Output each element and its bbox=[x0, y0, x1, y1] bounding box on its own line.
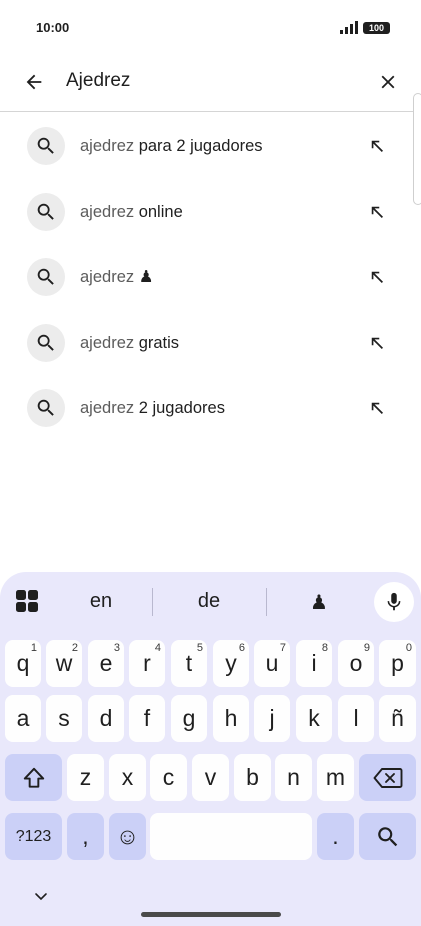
key-e[interactable]: e3 bbox=[88, 640, 124, 687]
key-k[interactable]: k bbox=[296, 695, 332, 742]
shift-key[interactable] bbox=[5, 754, 62, 801]
key-c[interactable]: c bbox=[150, 754, 187, 801]
key-d[interactable]: d bbox=[88, 695, 124, 742]
search-icon bbox=[27, 192, 65, 231]
arrow-up-left-icon bbox=[371, 206, 383, 218]
fill-query-button[interactable] bbox=[366, 397, 388, 419]
backspace-icon bbox=[373, 767, 402, 788]
keyboard-suggestion[interactable]: de bbox=[169, 590, 249, 613]
arrow-back-icon bbox=[26, 74, 42, 90]
arrow-up-left-icon bbox=[371, 402, 383, 414]
status-bar: 10:00 100 bbox=[0, 0, 421, 56]
keyboard-suggestion-strip: en de ♟ bbox=[0, 572, 421, 630]
key-g[interactable]: g bbox=[171, 695, 207, 742]
search-icon bbox=[27, 323, 65, 362]
suggestion-item[interactable]: ajedrez ♟ bbox=[0, 244, 421, 310]
key-o[interactable]: o9 bbox=[338, 640, 374, 687]
period-key[interactable]: . bbox=[317, 813, 354, 860]
key-l[interactable]: l bbox=[338, 695, 374, 742]
key-y[interactable]: y6 bbox=[213, 640, 249, 687]
clear-button[interactable] bbox=[372, 66, 404, 98]
keyboard-suggestion[interactable]: en bbox=[61, 590, 141, 613]
fill-query-button[interactable] bbox=[366, 201, 388, 223]
search-input[interactable]: Ajedrez bbox=[66, 68, 130, 94]
fill-query-button[interactable] bbox=[366, 135, 388, 157]
suggestion-item[interactable]: ajedrez 2 jugadores bbox=[0, 375, 421, 441]
battery-icon: 100 bbox=[363, 22, 390, 34]
key-t[interactable]: t5 bbox=[171, 640, 207, 687]
key-x[interactable]: x bbox=[109, 754, 146, 801]
chevron-down-icon[interactable] bbox=[31, 890, 51, 904]
arrow-up-left-icon bbox=[371, 140, 383, 152]
key-q[interactable]: q1 bbox=[5, 640, 41, 687]
suggestion-item[interactable]: ajedrez para 2 jugadores bbox=[0, 113, 421, 179]
search-icon bbox=[27, 127, 65, 165]
key-b[interactable]: b bbox=[234, 754, 271, 801]
comma-key[interactable]: , bbox=[67, 813, 104, 860]
search-bar: Ajedrez bbox=[0, 56, 421, 112]
voice-input-button[interactable] bbox=[374, 582, 414, 622]
key-v[interactable]: v bbox=[192, 754, 229, 801]
suggestion-text: ajedrez para 2 jugadores bbox=[80, 137, 263, 155]
key-i[interactable]: i8 bbox=[296, 640, 332, 687]
search-key[interactable] bbox=[359, 813, 416, 860]
divider bbox=[266, 588, 267, 616]
shift-icon bbox=[23, 767, 44, 788]
key-m[interactable]: m bbox=[317, 754, 354, 801]
search-icon bbox=[27, 389, 65, 427]
key-h[interactable]: h bbox=[213, 695, 249, 742]
apps-grid-icon[interactable] bbox=[15, 589, 39, 613]
backspace-key[interactable] bbox=[359, 754, 416, 801]
suggestion-item[interactable]: ajedrez gratis bbox=[0, 310, 421, 376]
key-n-tilde[interactable]: ñ bbox=[379, 695, 416, 742]
signal-icon bbox=[340, 21, 358, 34]
key-a[interactable]: a bbox=[5, 695, 41, 742]
key-w[interactable]: w2 bbox=[46, 640, 82, 687]
key-r[interactable]: r4 bbox=[129, 640, 165, 687]
status-time: 10:00 bbox=[36, 20, 70, 35]
arrow-up-left-icon bbox=[371, 337, 383, 349]
key-n[interactable]: n bbox=[275, 754, 312, 801]
mic-icon bbox=[387, 592, 401, 611]
suggestion-text: ajedrez ♟ bbox=[80, 268, 154, 286]
symbols-key[interactable]: ?123 bbox=[5, 813, 62, 860]
home-indicator[interactable] bbox=[141, 912, 281, 917]
suggestion-text: ajedrez online bbox=[80, 202, 183, 221]
suggestion-text: ajedrez 2 jugadores bbox=[80, 399, 225, 417]
keyboard: en de ♟ q1 w2 e3 r4 t5 y6 u7 i8 o9 p0 a … bbox=[0, 572, 421, 926]
suggestion-item[interactable]: ajedrez online bbox=[0, 179, 421, 245]
key-z[interactable]: z bbox=[67, 754, 104, 801]
space-key[interactable] bbox=[150, 813, 312, 860]
key-p[interactable]: p0 bbox=[379, 640, 416, 687]
close-icon bbox=[381, 75, 395, 89]
arrow-up-left-icon bbox=[371, 271, 383, 283]
fill-query-button[interactable] bbox=[366, 266, 388, 288]
divider bbox=[152, 588, 153, 616]
keyboard-suggestion[interactable]: ♟ bbox=[279, 590, 359, 615]
fill-query-button[interactable] bbox=[366, 332, 388, 354]
key-j[interactable]: j bbox=[254, 695, 290, 742]
key-u[interactable]: u7 bbox=[254, 640, 290, 687]
search-icon bbox=[377, 826, 397, 846]
emoji-key[interactable]: ☺ bbox=[109, 813, 146, 860]
key-f[interactable]: f bbox=[129, 695, 165, 742]
key-s[interactable]: s bbox=[46, 695, 82, 742]
suggestion-list: ajedrez para 2 jugadores ajedrez online … bbox=[0, 113, 421, 441]
search-icon bbox=[27, 258, 65, 296]
back-button[interactable] bbox=[18, 66, 50, 98]
suggestion-text: ajedrez gratis bbox=[80, 333, 180, 352]
